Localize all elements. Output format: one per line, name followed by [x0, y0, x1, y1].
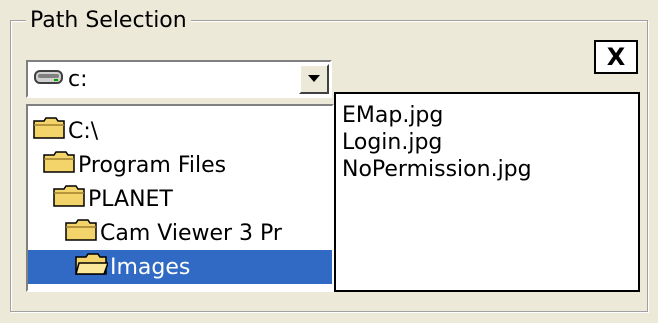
folder-icon [64, 217, 98, 249]
tree-item-images[interactable]: Images [28, 250, 332, 284]
tree-item-label: PLANET [88, 186, 173, 212]
folder-open-icon [74, 251, 110, 283]
drive-select-value: c: [68, 66, 88, 92]
tree-item-label: Images [110, 254, 191, 280]
tree-item-cam-viewer[interactable]: Cam Viewer 3 Pr [64, 216, 282, 250]
tree-item-program-files[interactable]: Program Files [42, 148, 226, 182]
tree-item-label: Cam Viewer 3 Pr [100, 220, 282, 246]
tree-item-label: Program Files [78, 152, 227, 178]
file-list[interactable]: EMap.jpg Login.jpg NoPermission.jpg [334, 92, 640, 292]
folder-icon [52, 183, 86, 215]
folder-tree[interactable]: C:\ Program Files PLANET Cam Viewer 3 Pr… [26, 104, 334, 292]
folder-icon [32, 115, 66, 147]
panel-title: Path Selection [26, 8, 191, 34]
drive-icon [34, 67, 64, 91]
list-item[interactable]: Login.jpg [342, 129, 638, 156]
list-item[interactable]: NoPermission.jpg [342, 156, 638, 183]
drive-select[interactable]: c: [26, 60, 332, 98]
list-item[interactable]: EMap.jpg [342, 102, 638, 129]
close-button[interactable]: X [594, 40, 638, 74]
tree-item-label: C:\ [68, 118, 99, 144]
folder-icon [42, 149, 76, 181]
chevron-down-icon[interactable] [299, 64, 329, 94]
tree-item-planet[interactable]: PLANET [52, 182, 173, 216]
tree-item-root[interactable]: C:\ [32, 114, 98, 148]
